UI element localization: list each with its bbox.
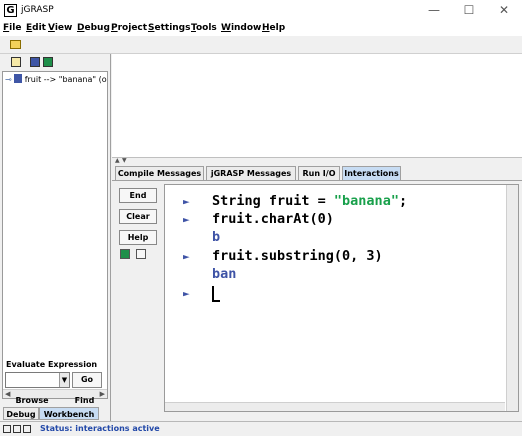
object-icon[interactable]	[30, 57, 40, 67]
statement-1-code: String fruit =	[212, 193, 334, 209]
menu-window-mnemonic: W	[221, 23, 231, 33]
workbench-tree: ⊸ fruit --> "banana" (ol ◀ ▶	[2, 71, 108, 399]
menu-project-rest: roject	[117, 23, 148, 33]
tab-compile-messages[interactable]: Compile Messages	[115, 166, 204, 180]
end-button[interactable]: End	[119, 188, 157, 203]
editor-vertical-scrollbar[interactable]	[506, 185, 518, 411]
interaction-line-2: ► fruit.charAt(0)	[165, 211, 505, 229]
browse-button[interactable]: Browse	[3, 395, 61, 407]
message-tabs: Compile Messages jGRASP Messages Run I/O…	[112, 165, 522, 180]
format-icon[interactable]	[136, 249, 146, 259]
workbench-view-icon[interactable]	[11, 57, 21, 67]
menu-file[interactable]: File	[3, 23, 21, 33]
output-3: ban	[212, 266, 237, 282]
statement-1-semicolon: ;	[398, 193, 408, 209]
interaction-line-5: ban	[165, 266, 505, 284]
tab-debug[interactable]: Debug	[3, 407, 39, 420]
menu-edit[interactable]: Edit	[26, 23, 46, 33]
menu-help-rest: elp	[269, 23, 286, 33]
interactions-editor[interactable]: ► String fruit = "banana"; ► fruit.charA…	[164, 184, 519, 412]
interaction-line-3: b	[165, 229, 505, 247]
workbench-add-icon[interactable]	[120, 249, 130, 259]
clear-button[interactable]: Clear	[119, 209, 157, 224]
menu-settings[interactable]: Settings	[148, 23, 190, 33]
menu-view[interactable]: View	[48, 23, 72, 33]
object-square-icon	[13, 74, 22, 83]
output-2: b	[212, 229, 221, 245]
interaction-line-4: ► fruit.substring(0, 3)	[165, 248, 505, 266]
tab-interactions[interactable]: Interactions	[342, 166, 401, 180]
editor-horizontal-scrollbar[interactable]	[165, 402, 505, 411]
menu-edit-rest: dit	[32, 23, 46, 33]
expand-toggle-icon[interactable]: ⊸	[5, 75, 12, 84]
prompt-arrow-icon: ►	[183, 213, 190, 226]
prompt-arrow-icon: ►	[183, 287, 190, 300]
tab-workbench[interactable]: Workbench	[39, 407, 99, 420]
minimize-button[interactable]: —	[419, 3, 449, 19]
status-bar: Status: interactions active	[0, 421, 522, 436]
tab-jgrasp-messages[interactable]: jGRASP Messages	[206, 166, 296, 180]
interactions-panel: End Clear Help ► String fruit = "banana"…	[112, 180, 522, 421]
find-button[interactable]: Find	[62, 395, 107, 407]
window-title: jGRASP	[21, 5, 54, 15]
statement-1-string: "banana"	[333, 193, 399, 209]
interaction-line-1: ► String fruit = "banana";	[165, 193, 505, 211]
tree-item-fruit[interactable]: ⊸ fruit --> "banana" (ol	[5, 74, 108, 84]
tab-run-io[interactable]: Run I/O	[298, 166, 340, 180]
menu-window[interactable]: Window	[221, 23, 261, 33]
splitter-up-icon[interactable]: ▲	[115, 157, 120, 164]
prompt-arrow-icon: ►	[183, 250, 190, 263]
menu-tools-rest: ools	[195, 23, 217, 33]
statement-1: String fruit = "banana";	[212, 193, 407, 209]
layout-icon[interactable]	[3, 425, 11, 433]
chevron-down-icon[interactable]: ▼	[59, 373, 69, 387]
desktop-area	[112, 54, 522, 158]
menu-debug-rest: ebug	[84, 23, 110, 33]
interaction-line-6: ►	[165, 285, 505, 303]
text-cursor	[212, 286, 214, 301]
menu-settings-rest: ettings	[154, 23, 191, 33]
class-icon[interactable]	[43, 57, 53, 67]
menu-tools[interactable]: Tools	[191, 23, 217, 33]
menu-project[interactable]: Project	[111, 23, 147, 33]
tree-item-label: fruit --> "banana" (ol	[24, 75, 108, 84]
menu-view-rest: iew	[54, 23, 73, 33]
statement-2: fruit.charAt(0)	[212, 211, 334, 227]
splitter-down-icon[interactable]: ▼	[122, 157, 127, 164]
layout-tile-icon[interactable]	[23, 425, 31, 433]
evaluate-expression-input[interactable]: ▼	[5, 372, 70, 388]
menu-help-mnemonic: H	[262, 23, 270, 33]
menu-file-rest: ile	[9, 23, 22, 33]
menu-window-rest: indow	[230, 23, 262, 33]
workbench-toolbar	[0, 54, 110, 70]
close-button[interactable]: ✕	[489, 3, 519, 19]
text-cursor-base	[212, 300, 220, 302]
evaluate-expression-label: Evaluate Expression	[6, 360, 98, 369]
workbench-panel: ⊸ fruit --> "banana" (ol ◀ ▶ Evaluate Exp…	[0, 54, 111, 421]
menu-debug[interactable]: Debug	[77, 23, 110, 33]
prompt-arrow-icon: ►	[183, 195, 190, 208]
menu-help[interactable]: Help	[262, 23, 285, 33]
jgrasp-app-icon: G	[4, 4, 17, 17]
statement-3: fruit.substring(0, 3)	[212, 248, 383, 264]
layout-split-icon[interactable]	[13, 425, 21, 433]
menu-project-mnemonic: P	[111, 23, 118, 33]
pane-splitter[interactable]: ▲ ▼	[112, 157, 522, 165]
status-text: Status: interactions active	[40, 424, 160, 433]
menu-bar: File Edit View Debug Project Settings To…	[0, 22, 522, 36]
title-bar: G jGRASP — ☐ ✕	[0, 0, 522, 22]
open-folder-icon[interactable]	[10, 40, 21, 49]
go-button[interactable]: Go	[72, 372, 102, 388]
main-toolbar	[0, 36, 522, 54]
help-button[interactable]: Help	[119, 230, 157, 245]
maximize-button[interactable]: ☐	[454, 3, 484, 19]
menu-view-mnemonic: V	[48, 23, 55, 33]
